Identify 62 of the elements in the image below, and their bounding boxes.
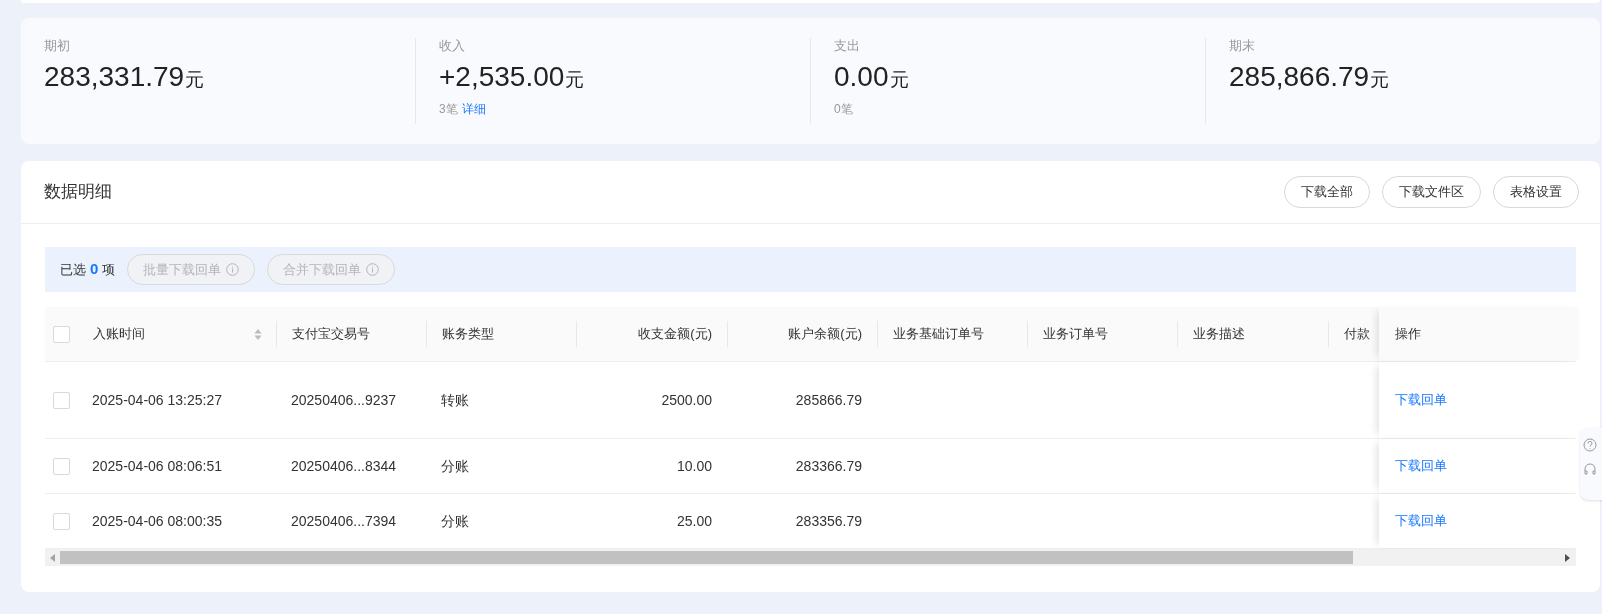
table-cell-text: 2025-04-06 08:06:51 xyxy=(92,456,222,476)
column-header: 业务描述 xyxy=(1193,325,1245,344)
toolbar-button[interactable]: 表格设置 xyxy=(1493,176,1579,208)
detail-link[interactable]: 详细 xyxy=(461,100,486,117)
table-cell-text: 283356.79 xyxy=(795,511,862,531)
selection-label: 已选 xyxy=(60,260,86,279)
table-cell-text: 20250406...9237 xyxy=(291,390,397,410)
info-icon xyxy=(226,263,240,276)
headset-icon[interactable] xyxy=(1583,462,1597,476)
unit-label: 元 xyxy=(1370,68,1390,92)
table-cell-text: 25.00 xyxy=(676,511,712,531)
toolbar-button[interactable]: 下载全部 xyxy=(1284,176,1370,208)
table-cell-text: 20250406...8344 xyxy=(291,456,397,476)
column-header: 支付宝交易号 xyxy=(292,325,370,344)
horizontal-scrollbar[interactable] xyxy=(45,549,1576,566)
count-label: 0笔 xyxy=(834,100,853,117)
count-label: 3笔 xyxy=(439,100,458,117)
download-link[interactable]: 下载回单 xyxy=(1395,511,1447,531)
checkbox[interactable] xyxy=(53,325,70,343)
column-header: 入账时间 xyxy=(93,325,146,344)
table-cell-text: 283366.79 xyxy=(795,456,862,476)
column-header: 业务基础订单号 xyxy=(893,325,984,344)
selected-count: 0 xyxy=(90,259,99,280)
table-cell-text: 分账 xyxy=(441,511,469,531)
help-icon[interactable] xyxy=(1583,438,1597,452)
table-cell-text: 2500.00 xyxy=(661,390,712,410)
summary-value: 285,866.79 xyxy=(1229,60,1370,94)
summary-value: +2,535.00 xyxy=(439,60,565,94)
selection-label: 项 xyxy=(102,260,116,279)
download-link[interactable]: 下载回单 xyxy=(1395,390,1447,410)
table-cell-text: 10.00 xyxy=(676,456,712,476)
column-header: 操作 xyxy=(1395,325,1421,344)
checkbox[interactable] xyxy=(53,512,70,530)
summary-label: 收入 xyxy=(439,38,466,54)
summary-label: 期末 xyxy=(1229,38,1256,54)
column-header: 账户余额(元) xyxy=(788,325,862,344)
table-cell-text: 2025-04-06 13:25:27 xyxy=(92,390,222,410)
summary-label: 支出 xyxy=(834,38,861,54)
table-cell-text: 2025-04-06 08:00:35 xyxy=(92,511,222,531)
toolbar-button[interactable]: 下载文件区 xyxy=(1382,176,1481,208)
table-cell-text: 20250406...7394 xyxy=(291,511,397,531)
table-cell-text: 分账 xyxy=(441,456,469,476)
column-header: 业务订单号 xyxy=(1043,325,1108,344)
column-header: 收支金额(元) xyxy=(638,325,712,344)
unit-label: 元 xyxy=(889,68,909,92)
table-cell-text: 转账 xyxy=(441,390,469,410)
checkbox[interactable] xyxy=(53,457,70,475)
column-header: 付款 xyxy=(1344,325,1370,344)
scroll-right-icon[interactable] xyxy=(1565,553,1570,562)
section-title: 数据明细 xyxy=(44,181,113,204)
summary-label: 期初 xyxy=(44,38,71,54)
sort-icon[interactable] xyxy=(254,327,262,341)
summary-value: 0.00 xyxy=(834,60,889,94)
unit-label: 元 xyxy=(565,68,585,92)
column-header: 账务类型 xyxy=(442,325,494,344)
info-icon xyxy=(366,263,380,276)
scroll-left-icon[interactable] xyxy=(50,553,55,562)
unit-label: 元 xyxy=(185,68,205,92)
summary-value: 283,331.79 xyxy=(44,60,185,94)
download-link[interactable]: 下载回单 xyxy=(1395,456,1447,476)
checkbox[interactable] xyxy=(53,391,70,409)
table-cell-text: 285866.79 xyxy=(795,390,862,410)
